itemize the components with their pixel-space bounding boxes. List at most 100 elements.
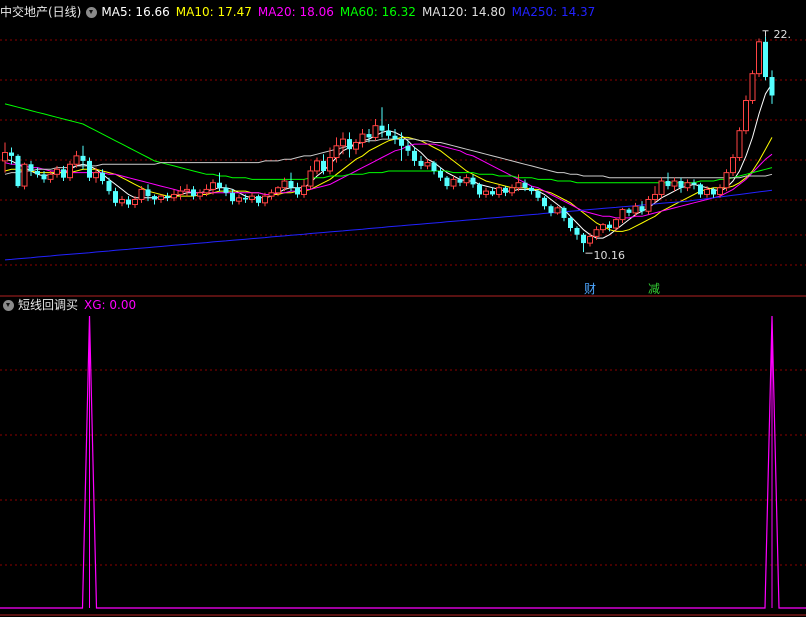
candle	[548, 204, 554, 217]
candle	[359, 129, 366, 148]
candle-body	[652, 193, 658, 200]
candle	[470, 174, 476, 188]
candle	[249, 192, 255, 203]
candle	[509, 184, 515, 197]
candle	[230, 189, 235, 205]
candle-body	[236, 197, 242, 202]
candle	[412, 147, 417, 166]
candle	[769, 70, 775, 104]
candle-body	[412, 150, 417, 161]
candle-body	[581, 234, 586, 244]
candle-body	[561, 207, 567, 218]
candle-body	[41, 174, 47, 180]
candlesticks	[2, 36, 775, 253]
candle-body	[568, 217, 573, 228]
candle	[256, 194, 261, 207]
candle	[392, 129, 398, 145]
candle-body	[113, 191, 118, 203]
candle-body	[177, 190, 184, 195]
candle-body	[483, 190, 489, 195]
candle	[353, 139, 359, 155]
candle-body	[281, 180, 288, 189]
candle-body	[372, 125, 379, 138]
candle	[535, 189, 541, 202]
candle-body	[314, 160, 320, 172]
candle-body	[340, 138, 346, 147]
candle-body	[184, 188, 190, 192]
candle-body	[203, 188, 210, 194]
candle	[600, 222, 606, 234]
candle-body	[749, 73, 756, 102]
candle	[61, 165, 66, 182]
candle-body	[698, 184, 703, 195]
candle-body	[743, 100, 749, 132]
candle-body	[704, 188, 710, 195]
candle	[477, 182, 482, 198]
candle	[152, 194, 157, 205]
candle-body	[607, 224, 612, 228]
candle-body	[671, 180, 678, 187]
candle-body	[684, 182, 691, 189]
candle	[171, 189, 177, 202]
candle	[645, 196, 652, 215]
ma-line-ma60	[4, 103, 773, 184]
candle-body	[769, 77, 775, 96]
candle-body	[197, 192, 203, 197]
candle-body	[399, 139, 404, 146]
dropdown-circle-icon[interactable]	[3, 299, 14, 311]
candle-body	[119, 198, 125, 204]
tag-jian: 减	[648, 282, 660, 296]
candle	[177, 186, 184, 200]
candle	[223, 184, 229, 197]
candle-body	[217, 182, 222, 188]
ma20-label: MA20: 18.06	[257, 5, 334, 19]
candle	[723, 169, 730, 192]
candle-body	[191, 189, 196, 197]
candle	[347, 132, 352, 158]
candle-body	[2, 152, 8, 162]
candle-body	[126, 199, 131, 205]
candle	[418, 155, 424, 170]
ma5-label: MA5: 16.66	[101, 5, 170, 19]
candle-body	[626, 209, 632, 213]
candle-body	[496, 187, 502, 195]
candle	[554, 206, 561, 215]
candle	[268, 189, 275, 200]
xg-label: XG: 0.00	[84, 298, 137, 312]
candle-body	[210, 182, 216, 190]
candle	[749, 70, 756, 104]
candle-body	[35, 170, 40, 175]
tag-cai: 财	[584, 282, 596, 296]
candle-body	[691, 182, 697, 185]
candle-body	[529, 187, 534, 192]
candle-body	[763, 41, 768, 78]
candle-body	[262, 195, 268, 204]
candle-body	[730, 157, 736, 174]
ma250-label: MA250: 14.37	[511, 5, 596, 19]
candle-body	[165, 196, 170, 198]
candle-body	[327, 157, 333, 172]
candle-body	[711, 189, 716, 195]
candle	[730, 154, 736, 176]
ma120-label: MA120: 14.80	[421, 5, 506, 19]
xg-indicator-panel	[0, 315, 806, 609]
indicator-title: 短线回调买	[18, 298, 79, 312]
candle	[424, 159, 431, 170]
candle-body	[619, 209, 626, 221]
dropdown-circle-icon[interactable]	[86, 6, 98, 18]
candle-body	[522, 182, 528, 188]
candle	[756, 38, 762, 78]
candle-body	[548, 206, 554, 213]
grid-lines	[0, 39, 806, 616]
candle-body	[593, 229, 600, 237]
candle-body	[152, 196, 157, 200]
candle-body	[503, 187, 508, 193]
candle-body	[431, 162, 437, 171]
candle-body	[444, 177, 450, 187]
candle-body	[54, 168, 60, 175]
candle	[736, 127, 743, 161]
candle	[671, 177, 678, 192]
candle	[126, 196, 131, 208]
candle	[450, 176, 457, 190]
candle	[581, 233, 586, 253]
